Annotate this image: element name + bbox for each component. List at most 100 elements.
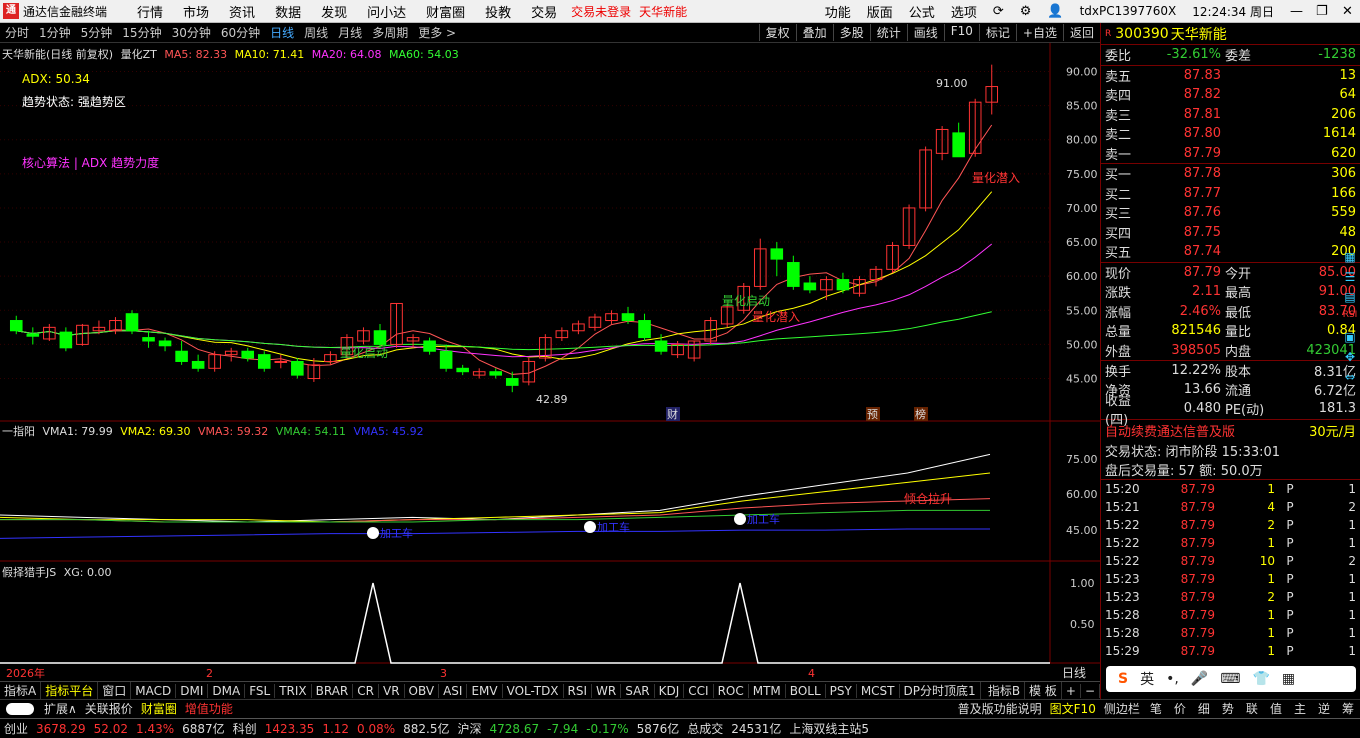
ime-toolbar[interactable]: S 英 •, 🎤 ⌨ 👕 ▦ bbox=[1106, 666, 1356, 692]
side-tab[interactable]: 筹 bbox=[1336, 700, 1360, 717]
period-tab-daily[interactable]: 日线 bbox=[265, 24, 299, 41]
period-tab[interactable]: 15分钟 bbox=[117, 24, 166, 41]
tool-overlay-button[interactable]: 叠加 bbox=[795, 24, 833, 41]
index-label[interactable]: 沪深 bbox=[454, 720, 486, 737]
period-tab[interactable]: 分时 bbox=[0, 24, 34, 41]
vol-indicator-name[interactable]: 一指阳 bbox=[2, 425, 35, 438]
tab-brar[interactable]: BRAR bbox=[312, 683, 354, 698]
bid-row[interactable]: 买三 87.76 559 bbox=[1101, 203, 1360, 223]
rsi-icon[interactable]: RSI bbox=[1340, 310, 1360, 330]
period-tab-more[interactable]: 更多 > bbox=[413, 24, 461, 41]
side-tab[interactable]: 主 bbox=[1288, 700, 1312, 717]
mic-icon[interactable]: 🎤 bbox=[1191, 671, 1208, 687]
remove-tab-icon[interactable]: − bbox=[1081, 683, 1100, 698]
skin-icon[interactable]: 👕 bbox=[1252, 671, 1269, 687]
index-label[interactable]: 科创 bbox=[229, 720, 261, 737]
tool-adjust-button[interactable]: 复权 bbox=[758, 24, 796, 41]
tab-dma[interactable]: DMA bbox=[208, 683, 246, 698]
menu-market-quotes[interactable]: 行情 bbox=[127, 2, 173, 21]
move-icon[interactable]: ✥ bbox=[1340, 350, 1360, 370]
stock-alert[interactable]: 天华新能 bbox=[635, 3, 691, 20]
tab-vol-tdx[interactable]: VOL-TDX bbox=[503, 683, 564, 698]
menu-options[interactable]: 选项 bbox=[943, 2, 985, 21]
bid-row[interactable]: 买四 87.75 48 bbox=[1101, 223, 1360, 243]
tab-related-quote[interactable]: 关联报价 bbox=[81, 700, 137, 717]
list-icon[interactable]: ☰ bbox=[1340, 270, 1360, 290]
tab-sar[interactable]: SAR bbox=[621, 683, 655, 698]
menu-discover[interactable]: 发现 bbox=[311, 2, 357, 21]
tab-mcst[interactable]: MCST bbox=[857, 683, 900, 698]
side-tab[interactable]: 细 bbox=[1192, 700, 1216, 717]
bid-row[interactable]: 买五 87.74 200 bbox=[1101, 242, 1360, 262]
menu-trade[interactable]: 交易 bbox=[521, 2, 567, 21]
toggle-switch[interactable] bbox=[6, 702, 34, 715]
settings-icon[interactable]: ⚙ bbox=[1012, 4, 1040, 19]
ask-row[interactable]: 卖三 87.81 206 bbox=[1101, 105, 1360, 125]
close-icon[interactable]: ✕ bbox=[1334, 4, 1360, 19]
add-tab-icon[interactable]: + bbox=[1062, 683, 1081, 698]
side-tab[interactable]: 联 bbox=[1240, 700, 1264, 717]
tab-mtm[interactable]: MTM bbox=[749, 683, 786, 698]
tool-multi-button[interactable]: 多股 bbox=[832, 24, 870, 41]
punctuation-icon[interactable]: •, bbox=[1166, 671, 1179, 687]
tab-f10[interactable]: 图文F10 bbox=[1046, 700, 1100, 717]
tab-roc[interactable]: ROC bbox=[714, 683, 749, 698]
layout-icon[interactable]: ▣ bbox=[1340, 330, 1360, 350]
restore-icon[interactable]: ❐ bbox=[1308, 4, 1334, 19]
ask-row[interactable]: 卖四 87.82 64 bbox=[1101, 85, 1360, 105]
grid-icon[interactable]: ▦ bbox=[1340, 250, 1360, 270]
side-tab[interactable]: 笔 bbox=[1144, 700, 1168, 717]
period-tab[interactable]: 60分钟 bbox=[216, 24, 265, 41]
tab-psy[interactable]: PSY bbox=[826, 683, 857, 698]
ime-lang[interactable]: 英 bbox=[1140, 669, 1154, 689]
tool-back-button[interactable]: 返回 bbox=[1062, 24, 1100, 41]
tab-macd[interactable]: MACD bbox=[131, 683, 177, 698]
tab-emv[interactable]: EMV bbox=[467, 683, 503, 698]
period-tab[interactable]: 1分钟 bbox=[34, 24, 76, 41]
menu-data[interactable]: 数据 bbox=[265, 2, 311, 21]
period-tab[interactable]: 周线 bbox=[299, 24, 333, 41]
ask-row[interactable]: 卖一 87.79 620 bbox=[1101, 144, 1360, 164]
period-tab[interactable]: 多周期 bbox=[367, 24, 413, 41]
tab-sidebar[interactable]: 侧边栏 bbox=[1100, 700, 1144, 717]
pan-icon[interactable]: ⇔ bbox=[1340, 370, 1360, 390]
tool-mark-button[interactable]: 标记 bbox=[978, 24, 1016, 41]
menu-ask[interactable]: 问小达 bbox=[357, 2, 416, 21]
tab-help[interactable]: 普及版功能说明 bbox=[954, 700, 1046, 717]
tab-kdj[interactable]: KDJ bbox=[655, 683, 685, 698]
tab-cci[interactable]: CCI bbox=[684, 683, 714, 698]
side-tab[interactable]: 势 bbox=[1216, 700, 1240, 717]
period-tab[interactable]: 30分钟 bbox=[167, 24, 216, 41]
tab-dp[interactable]: DP分时顶底1 bbox=[900, 682, 981, 699]
tab-asi[interactable]: ASI bbox=[439, 683, 468, 698]
tool-f10-button[interactable]: F10 bbox=[943, 24, 979, 41]
menu-wealth-circle[interactable]: 财富圈 bbox=[416, 2, 475, 21]
menu-news[interactable]: 资讯 bbox=[219, 2, 265, 21]
side-tab[interactable]: 价 bbox=[1168, 700, 1192, 717]
chart-icon[interactable]: ▤ bbox=[1340, 290, 1360, 310]
tab-cr[interactable]: CR bbox=[353, 683, 379, 698]
tool-draw-button[interactable]: 画线 bbox=[906, 24, 944, 41]
tab-indicator-b[interactable]: 指标B bbox=[984, 682, 1026, 699]
tab-window[interactable]: 窗口 bbox=[98, 682, 132, 699]
menu-layout[interactable]: 版面 bbox=[859, 2, 901, 21]
tool-watchlist-button[interactable]: +自选 bbox=[1015, 24, 1063, 41]
ask-row[interactable]: 卖五 87.83 13 bbox=[1101, 66, 1360, 86]
menu-function[interactable]: 功能 bbox=[817, 2, 859, 21]
tab-fsl[interactable]: FSL bbox=[245, 683, 276, 698]
tab-value-added[interactable]: 增值功能 bbox=[181, 700, 237, 717]
tab-expand[interactable]: 扩展∧ bbox=[40, 700, 81, 717]
tab-obv[interactable]: OBV bbox=[405, 683, 440, 698]
menu-market[interactable]: 市场 bbox=[173, 2, 219, 21]
side-tab[interactable]: 逆 bbox=[1312, 700, 1336, 717]
period-tab[interactable]: 5分钟 bbox=[76, 24, 118, 41]
index-label[interactable]: 创业 bbox=[0, 720, 32, 737]
tab-dmi[interactable]: DMI bbox=[176, 683, 209, 698]
bid-row[interactable]: 买二 87.77 166 bbox=[1101, 184, 1360, 204]
indicator-name[interactable]: 量化ZT bbox=[121, 48, 157, 61]
promo-row[interactable]: 自动续费通达信普及版 30元/月 bbox=[1101, 418, 1360, 441]
tab-indicator-platform[interactable]: 指标平台 bbox=[41, 682, 99, 699]
tab-rsi[interactable]: RSI bbox=[564, 683, 593, 698]
chart-svg[interactable]: 90.00 85.00 80.00 75.00 70.00 65.00 60.00 55.00… bbox=[0, 43, 1100, 681]
tab-indicator-a[interactable]: 指标A bbox=[0, 682, 42, 699]
